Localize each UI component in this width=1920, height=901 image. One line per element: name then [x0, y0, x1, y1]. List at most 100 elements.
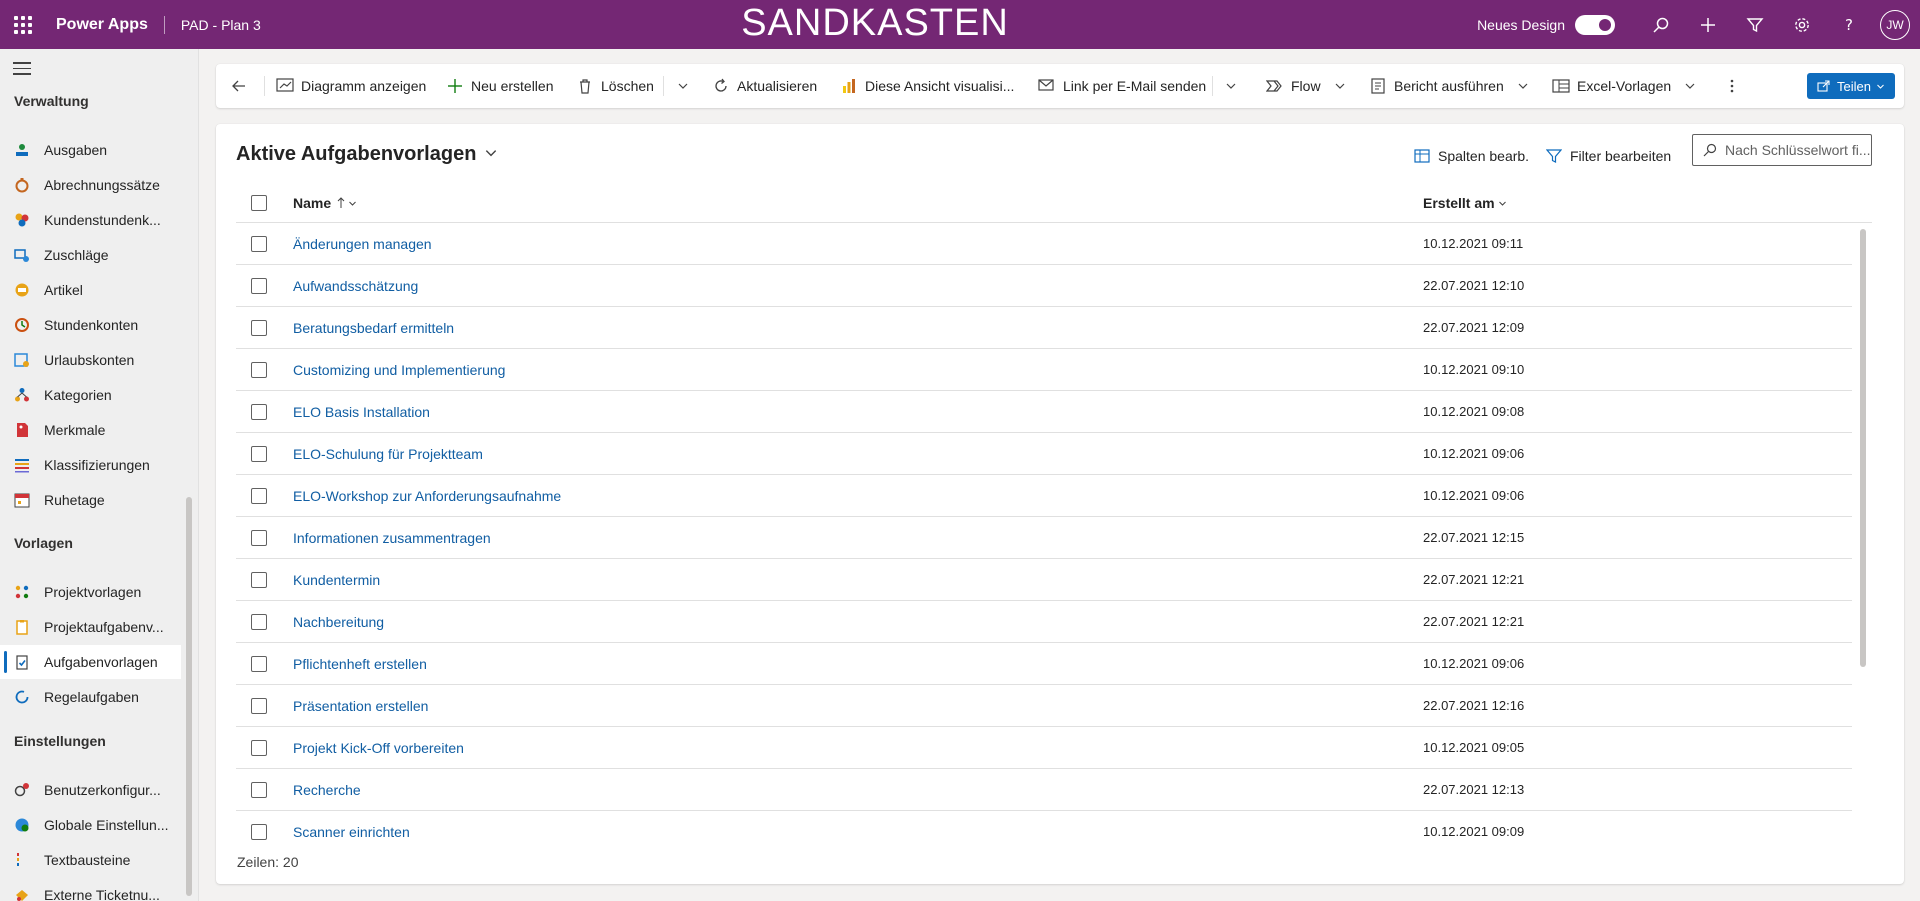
- new-design-toggle[interactable]: [1575, 14, 1615, 35]
- column-header-name[interactable]: Name: [293, 195, 357, 211]
- row-name-link[interactable]: ELO-Workshop zur Anforderungsaufnahme: [293, 488, 561, 504]
- flow-button[interactable]: Flow: [1266, 64, 1356, 108]
- row-checkbox[interactable]: [251, 236, 267, 252]
- sidebar-item-globale-einstellun[interactable]: Globale Einstellun...: [0, 808, 181, 842]
- row-name-link[interactable]: Kundentermin: [293, 572, 380, 588]
- row-name-link[interactable]: Aufwandsschätzung: [293, 278, 418, 294]
- sidebar-item-regelaufgaben[interactable]: Regelaufgaben: [0, 680, 181, 714]
- table-row[interactable]: Customizing und Implementierung 10.12.202…: [236, 349, 1852, 391]
- back-button[interactable]: [230, 64, 255, 108]
- new-design-label: Neues Design: [1477, 16, 1565, 33]
- view-selector[interactable]: Aktive Aufgabenvorlagen: [236, 143, 498, 166]
- sidebar-item-artikel[interactable]: Artikel: [0, 273, 181, 307]
- row-name-link[interactable]: Änderungen managen: [293, 236, 432, 252]
- row-checkbox[interactable]: [251, 824, 267, 840]
- app-launcher-waffle-icon[interactable]: [0, 0, 46, 49]
- table-row[interactable]: Recherche 22.07.2021 12:13: [236, 769, 1852, 811]
- table-row[interactable]: ELO Basis Installation 10.12.2021 09:08: [236, 391, 1852, 433]
- sidebar-item-textbausteine[interactable]: Textbausteine: [0, 843, 181, 877]
- sidebar-item-benutzerkonfigur[interactable]: Benutzerkonfigur...: [0, 773, 181, 807]
- sidebar-item-aufgabenvorlagen[interactable]: Aufgabenvorlagen: [0, 645, 181, 679]
- row-checkbox[interactable]: [251, 278, 267, 294]
- table-row[interactable]: Nachbereitung 22.07.2021 12:21: [236, 601, 1852, 643]
- row-checkbox[interactable]: [251, 446, 267, 462]
- keyword-search-input[interactable]: Nach Schlüsselwort fi...: [1692, 134, 1872, 166]
- table-row[interactable]: Aufwandsschätzung 22.07.2021 12:10: [236, 265, 1852, 307]
- table-row[interactable]: Präsentation erstellen 22.07.2021 12:16: [236, 685, 1852, 727]
- sidebar-item-projektaufgabenv[interactable]: Projektaufgabenv...: [0, 610, 181, 644]
- sidebar-item-merkmale[interactable]: Merkmale: [0, 413, 181, 447]
- row-checkbox[interactable]: [251, 572, 267, 588]
- environment-name[interactable]: PAD - Plan 3: [181, 17, 261, 33]
- share-button[interactable]: Teilen: [1807, 73, 1895, 99]
- hamburger-menu-icon[interactable]: [13, 62, 31, 79]
- table-row[interactable]: ELO-Schulung für Projektteam 10.12.2021 0…: [236, 433, 1852, 475]
- row-name-link[interactable]: Projekt Kick-Off vorbereiten: [293, 740, 464, 756]
- table-row[interactable]: Projekt Kick-Off vorbereiten 10.12.2021 0…: [236, 727, 1852, 769]
- table-row[interactable]: Kundentermin 22.07.2021 12:21: [236, 559, 1852, 601]
- excel-templates-button[interactable]: Excel-Vorlagen: [1552, 64, 1706, 108]
- sidebar-item-urlaubskonten[interactable]: Urlaubskonten: [0, 343, 181, 377]
- table-row[interactable]: Änderungen managen 10.12.2021 09:11: [236, 223, 1852, 265]
- sidebar-item-klassifizierungen[interactable]: Klassifizierungen: [0, 448, 181, 482]
- table-row[interactable]: Informationen zusammentragen 22.07.2021 1…: [236, 517, 1852, 559]
- sidebar-item-kategorien[interactable]: Kategorien: [0, 378, 181, 412]
- sidebar-item-stundenkonten[interactable]: Stundenkonten: [0, 308, 181, 342]
- row-checkbox[interactable]: [251, 614, 267, 630]
- row-checkbox[interactable]: [251, 740, 267, 756]
- app-name[interactable]: Power Apps: [56, 16, 148, 34]
- row-name-link[interactable]: Recherche: [293, 782, 361, 798]
- show-chart-button[interactable]: Diagramm anzeigen: [276, 64, 426, 108]
- row-name-link[interactable]: Customizing und Implementierung: [293, 362, 505, 378]
- sidebar-item-ruhetage[interactable]: Ruhetage: [0, 483, 181, 517]
- row-checkbox[interactable]: [251, 488, 267, 504]
- overflow-more-button[interactable]: [1723, 64, 1748, 108]
- user-avatar[interactable]: JW: [1880, 9, 1910, 40]
- grid-scrollbar[interactable]: [1860, 229, 1866, 667]
- sidebar-item-kundenstundenk[interactable]: Kundenstundenk...: [0, 203, 181, 237]
- refresh-button[interactable]: Aktualisieren: [712, 64, 817, 108]
- sidebar-scrollbar[interactable]: [186, 497, 192, 896]
- email-link-button[interactable]: Link per E-Mail senden: [1038, 64, 1206, 108]
- help-question-icon[interactable]: ?: [1825, 0, 1872, 49]
- filter-icon[interactable]: [1731, 0, 1778, 49]
- more-actions-dropdown[interactable]: [674, 64, 699, 108]
- row-name-link[interactable]: Nachbereitung: [293, 614, 384, 630]
- table-row[interactable]: Beratungsbedarf ermitteln 22.07.2021 12:0…: [236, 307, 1852, 349]
- visualize-view-button[interactable]: Diese Ansicht visualisi...: [840, 64, 1014, 108]
- sidebar-item-zuschläge[interactable]: Zuschläge: [0, 238, 181, 272]
- table-row[interactable]: Pflichtenheft erstellen 10.12.2021 09:06: [236, 643, 1852, 685]
- row-name-link[interactable]: ELO Basis Installation: [293, 404, 430, 420]
- edit-columns-button[interactable]: Spalten bearb.: [1414, 144, 1529, 168]
- search-icon[interactable]: [1637, 0, 1684, 49]
- table-row[interactable]: ELO-Workshop zur Anforderungsaufnahme 10.…: [236, 475, 1852, 517]
- row-name-link[interactable]: Informationen zusammentragen: [293, 530, 491, 546]
- row-checkbox[interactable]: [251, 320, 267, 336]
- row-checkbox[interactable]: [251, 656, 267, 672]
- sidebar-item-abrechnungssätze[interactable]: Abrechnungssätze: [0, 168, 181, 202]
- new-button[interactable]: Neu erstellen: [446, 64, 554, 108]
- table-row[interactable]: Scanner einrichten 10.12.2021 09:09: [236, 811, 1852, 840]
- row-created-date: 10.12.2021 09:10: [1423, 362, 1525, 377]
- sidebar-item-ausgaben[interactable]: Ausgaben: [0, 133, 181, 167]
- row-name-link[interactable]: Scanner einrichten: [293, 824, 410, 840]
- row-name-link[interactable]: ELO-Schulung für Projektteam: [293, 446, 483, 462]
- edit-filters-button[interactable]: Filter bearbeiten: [1546, 144, 1671, 168]
- run-report-button[interactable]: Bericht ausführen: [1369, 64, 1539, 108]
- column-header-created[interactable]: Erstellt am: [1423, 195, 1507, 211]
- settings-gear-icon[interactable]: [1778, 0, 1825, 49]
- email-dropdown[interactable]: [1222, 64, 1247, 108]
- plus-icon[interactable]: [1684, 0, 1731, 49]
- row-checkbox[interactable]: [251, 698, 267, 714]
- select-all-checkbox[interactable]: [251, 195, 267, 211]
- row-name-link[interactable]: Beratungsbedarf ermitteln: [293, 320, 454, 336]
- row-checkbox[interactable]: [251, 530, 267, 546]
- row-name-link[interactable]: Pflichtenheft erstellen: [293, 656, 427, 672]
- row-name-link[interactable]: Präsentation erstellen: [293, 698, 428, 714]
- sidebar-item-externe-ticketnu[interactable]: Externe Ticketnu...: [0, 878, 181, 901]
- row-checkbox[interactable]: [251, 362, 267, 378]
- sidebar-item-projektvorlagen[interactable]: Projektvorlagen: [0, 575, 181, 609]
- row-checkbox[interactable]: [251, 404, 267, 420]
- row-checkbox[interactable]: [251, 782, 267, 798]
- delete-button[interactable]: Löschen: [576, 64, 654, 108]
